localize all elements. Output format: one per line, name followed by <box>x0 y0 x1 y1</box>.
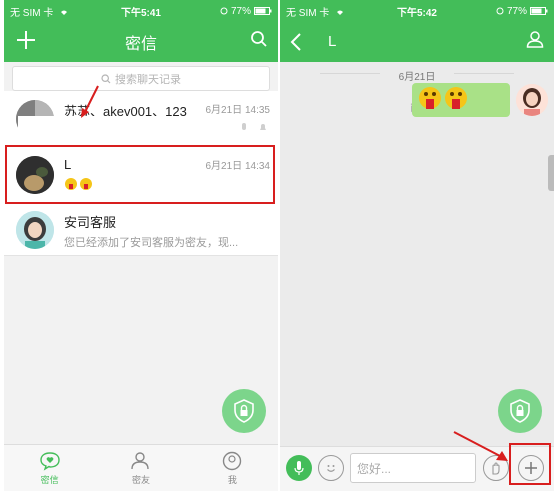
search-placeholder: 搜索聊天记录 <box>115 73 181 86</box>
chat-time: 6月21日 14:35 <box>205 105 271 116</box>
chat-status-icons <box>240 123 268 133</box>
emoji-preview <box>64 177 94 194</box>
status-time: 下午5:41 <box>120 7 161 19</box>
secure-compose-button[interactable] <box>222 389 266 433</box>
chevron-left-icon <box>290 33 301 51</box>
status-time: 下午5:42 <box>396 7 437 19</box>
chat-list-screen: 无 SIM 卡 下午5:41 77% 密信 搜索聊天记录 苏苏、akev001、… <box>4 0 278 491</box>
avatar-icon <box>16 211 54 249</box>
tab-bar: 密信 密友 我 <box>4 444 278 491</box>
avatar-icon <box>516 84 548 116</box>
support-avatar <box>16 211 54 249</box>
search-icon <box>101 73 111 83</box>
divider <box>454 73 514 74</box>
chat-time: 6月21日 14:34 <box>205 161 271 172</box>
tab-friends[interactable]: 密友 <box>95 445 186 491</box>
plus-icon <box>17 31 35 49</box>
status-bar: 无 SIM 卡 下午5:42 77% <box>280 0 554 22</box>
message-bubble[interactable] <box>412 83 510 117</box>
profile-icon <box>223 451 242 470</box>
chat-row-l[interactable]: L 6月21日 14:34 <box>4 147 278 205</box>
contact-info-button[interactable] <box>526 30 544 53</box>
shield-lock-icon <box>234 399 254 423</box>
contacts-icon <box>131 451 149 469</box>
chat-row-support[interactable]: 安司客服 您已经添加了安司客服为密友，现... <box>4 204 278 256</box>
search-button[interactable] <box>250 30 268 53</box>
chat-name: L <box>64 157 72 172</box>
emoji-button[interactable] <box>318 455 344 481</box>
secure-compose-button[interactable] <box>498 389 542 433</box>
nav-bar: L <box>280 22 554 62</box>
search-input[interactable]: 搜索聊天记录 <box>12 66 270 91</box>
chat-name: 安司客服 <box>64 215 117 230</box>
chat-preview: 您已经添加了安司客服为密友，现... <box>64 237 239 249</box>
emoji-icon <box>65 178 92 190</box>
input-placeholder: 您好... <box>357 461 392 476</box>
conversation-title: L <box>328 33 337 50</box>
back-button[interactable] <box>290 32 302 57</box>
smiley-icon <box>327 465 335 472</box>
tab-label: 密信 <box>40 474 59 485</box>
mic-icon <box>242 123 246 130</box>
redaction-overlay <box>280 117 554 125</box>
conversation-screen: 无 SIM 卡 下午5:42 77% L 6月21日 已发 <box>280 0 554 491</box>
date-separator: 6月21日 <box>398 72 436 83</box>
add-button[interactable] <box>14 28 38 57</box>
bell-muted-icon <box>260 124 266 130</box>
status-bar: 无 SIM 卡 下午5:41 77% <box>4 0 278 22</box>
scrollbar-handle[interactable] <box>548 155 554 191</box>
my-avatar[interactable] <box>516 84 548 116</box>
search-icon <box>251 31 267 47</box>
nav-bar: 密信 <box>4 22 278 62</box>
chat-bubble-heart-icon <box>39 451 60 471</box>
tab-label: 我 <box>227 474 237 485</box>
redaction-overlay <box>18 116 238 138</box>
tab-label: 密友 <box>131 474 150 485</box>
annotation-arrow <box>453 431 508 461</box>
mic-icon <box>294 461 304 475</box>
shield-lock-icon <box>510 399 530 423</box>
tab-me[interactable]: 我 <box>187 445 278 491</box>
voice-button[interactable] <box>286 455 312 481</box>
page-title: 密信 <box>124 36 157 53</box>
person-icon <box>526 31 544 48</box>
tab-messages[interactable]: 密信 <box>4 445 95 491</box>
contact-avatar <box>16 156 54 194</box>
highlight-box <box>509 443 551 485</box>
annotation-arrow <box>81 85 99 118</box>
emoji-icon <box>419 87 467 109</box>
avatar-icon <box>16 156 54 194</box>
